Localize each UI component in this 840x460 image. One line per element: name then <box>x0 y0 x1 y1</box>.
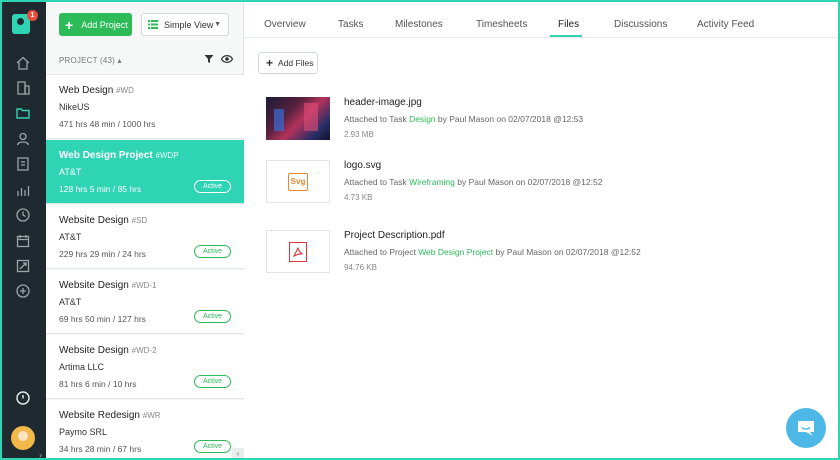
file-thumbnail[interactable]: Svg <box>266 160 330 203</box>
project-link[interactable]: Web Design Project <box>418 247 493 257</box>
project-client: AT&T <box>59 297 82 307</box>
eye-icon[interactable] <box>221 54 233 64</box>
pdf-file-icon <box>289 241 307 262</box>
project-hours: 69 hrs 50 min / 127 hrs <box>59 314 146 324</box>
app-window: 1 › + Add Project Simple View ▼ PROJECT … <box>2 2 838 458</box>
report-icon[interactable] <box>13 256 33 276</box>
project-client: Paymo SRL <box>59 427 108 437</box>
plus-circle-icon[interactable] <box>13 281 33 301</box>
add-project-button[interactable]: + Add Project <box>59 13 132 36</box>
user-icon[interactable] <box>13 129 33 149</box>
chevron-right-icon[interactable]: › <box>39 450 42 458</box>
plus-icon: + <box>65 16 74 33</box>
add-files-label: Add Files <box>278 58 314 68</box>
project-code: #SD <box>131 216 148 225</box>
task-link[interactable]: Wireframing <box>409 177 455 187</box>
project-list-panel: + Add Project Simple View ▼ PROJECT (43)… <box>46 2 244 458</box>
project-list-header[interactable]: PROJECT (43) ▴ <box>59 56 122 65</box>
status-badge: Active <box>194 245 231 258</box>
file-name[interactable]: header-image.jpg <box>344 97 422 108</box>
tab-files[interactable]: Files <box>558 19 579 30</box>
tab-timesheets[interactable]: Timesheets <box>476 19 527 30</box>
tab-discussions[interactable]: Discussions <box>614 19 667 30</box>
chart-icon[interactable] <box>13 180 33 200</box>
project-name: Website Design <box>59 215 129 226</box>
file-item[interactable]: header-image.jpg Attached to Task Design… <box>266 97 806 147</box>
chat-icon <box>798 421 814 436</box>
building-icon[interactable] <box>13 78 33 98</box>
project-code: #WDP <box>155 151 179 160</box>
svg-file-icon: Svg <box>288 172 308 191</box>
project-client: NikeUS <box>59 102 90 112</box>
chevron-left-icon[interactable]: ‹ <box>232 448 244 458</box>
avatar[interactable] <box>11 426 35 450</box>
file-attachment-info: Attached to Task Design by Paul Mason on… <box>344 114 584 124</box>
timer-icon[interactable] <box>13 388 33 408</box>
add-project-label: Add Project <box>81 19 128 30</box>
project-client: AT&T <box>59 232 82 242</box>
plus-icon: + <box>266 56 274 70</box>
file-name[interactable]: Project Description.pdf <box>344 230 445 241</box>
file-item[interactable]: Svg logo.svg Attached to Task Wireframin… <box>266 160 806 210</box>
tab-milestones[interactable]: Milestones <box>395 19 443 30</box>
home-icon[interactable] <box>13 53 33 73</box>
project-row[interactable]: Website Design #SD AT&T 229 hrs 29 min /… <box>46 205 244 269</box>
project-name: Website Design <box>59 280 129 291</box>
calendar-icon[interactable] <box>13 231 33 251</box>
project-row[interactable]: Website Design #WD-1 AT&T 69 hrs 50 min … <box>46 270 244 334</box>
project-code: #WD-1 <box>131 281 157 290</box>
file-thumbnail-image[interactable] <box>266 97 330 140</box>
caret-down-icon: ▼ <box>214 21 221 28</box>
status-badge: Active <box>194 310 231 323</box>
file-size: 2.93 MB <box>344 130 374 139</box>
file-item[interactable]: Project Description.pdf Attached to Proj… <box>266 230 806 280</box>
chat-support-button[interactable] <box>786 408 826 448</box>
project-name: Web Design Project <box>59 150 153 161</box>
app-logo[interactable]: 1 <box>12 10 38 36</box>
status-badge: Active <box>194 440 231 453</box>
status-badge: Active <box>194 375 231 388</box>
project-row[interactable]: Website Redesign #WR Paymo SRL 34 hrs 28… <box>46 400 244 458</box>
project-code: #WD <box>116 86 134 95</box>
project-hours: 81 hrs 6 min / 10 hrs <box>59 379 137 389</box>
add-files-button[interactable]: + Add Files <box>258 52 318 74</box>
folder-icon[interactable] <box>13 103 33 123</box>
view-select-label: Simple View <box>164 19 214 30</box>
tab-activity-feed[interactable]: Activity Feed <box>697 19 754 30</box>
project-detail: Overview Tasks Milestones Timesheets Fil… <box>244 2 838 458</box>
project-row[interactable]: Website Design #WD-2 Artima LLC 81 hrs 6… <box>46 335 244 399</box>
notification-badge: 1 <box>27 10 38 21</box>
task-link[interactable]: Design <box>409 114 435 124</box>
project-name: Web Design <box>59 85 114 96</box>
project-client: AT&T <box>59 167 82 177</box>
tab-tasks[interactable]: Tasks <box>338 19 364 30</box>
status-badge: Active <box>194 180 231 193</box>
project-hours: 471 hrs 48 min / 1000 hrs <box>59 119 156 129</box>
file-size: 4.73 KB <box>344 193 373 202</box>
project-row[interactable]: Web Design #WD NikeUS 471 hrs 48 min / 1… <box>46 75 244 139</box>
view-select[interactable]: Simple View ▼ <box>141 13 229 36</box>
project-row-selected[interactable]: Web Design Project #WDP AT&T 128 hrs 5 m… <box>46 140 244 204</box>
project-code: #WD-2 <box>131 346 157 355</box>
active-tab-indicator <box>550 35 582 37</box>
file-thumbnail[interactable] <box>266 230 330 273</box>
file-name[interactable]: logo.svg <box>344 160 381 171</box>
project-client: Artima LLC <box>59 362 105 372</box>
file-size: 94.76 KB <box>344 263 377 272</box>
project-code: #WR <box>142 411 161 420</box>
project-name: Website Redesign <box>59 410 140 421</box>
project-hours: 34 hrs 28 min / 67 hrs <box>59 444 142 454</box>
list-icon <box>148 20 158 29</box>
project-hours: 128 hrs 5 min / 85 hrs <box>59 184 142 194</box>
main-nav-rail: 1 › <box>2 2 46 458</box>
project-hours: 229 hrs 29 min / 24 hrs <box>59 249 146 259</box>
file-attachment-info: Attached to Project Web Design Project b… <box>344 247 641 257</box>
project-name: Website Design <box>59 345 129 356</box>
clock-icon[interactable] <box>13 205 33 225</box>
tab-overview[interactable]: Overview <box>264 19 306 30</box>
file-attachment-info: Attached to Task Wireframing by Paul Mas… <box>344 177 603 187</box>
tab-bar: Overview Tasks Milestones Timesheets Fil… <box>244 2 838 38</box>
invoice-icon[interactable] <box>13 154 33 174</box>
filter-icon[interactable] <box>204 54 214 64</box>
